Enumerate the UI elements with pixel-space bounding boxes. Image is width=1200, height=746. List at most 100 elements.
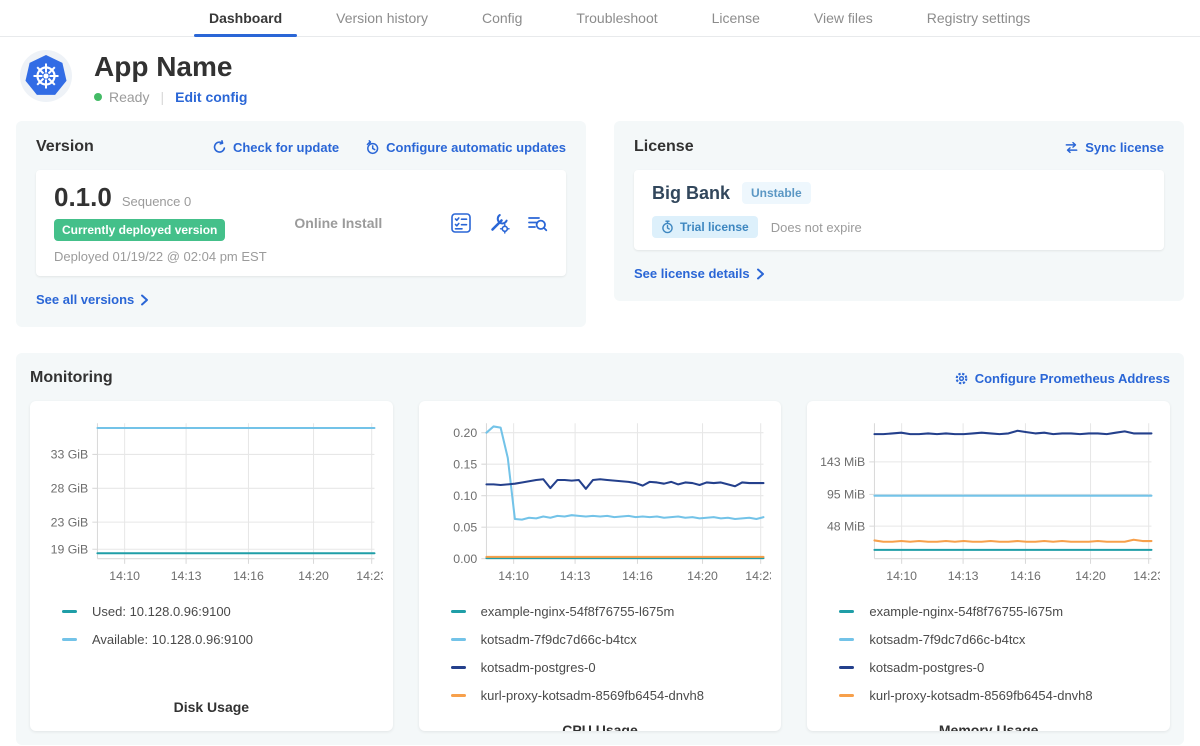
svg-text:0.15: 0.15 — [453, 457, 477, 471]
svg-text:14:16: 14:16 — [233, 569, 264, 583]
expiry-label: Does not expire — [771, 220, 862, 235]
tab-view-files[interactable]: View files — [787, 0, 900, 36]
tab-dashboard[interactable]: Dashboard — [182, 0, 309, 36]
chart-plot: 14:1014:1314:1614:2014:230.200.150.100.0… — [429, 413, 772, 592]
nav-tabs: DashboardVersion historyConfigTroublesho… — [182, 0, 1057, 36]
legend-swatch-icon — [839, 666, 854, 669]
chevron-right-icon — [140, 294, 149, 306]
tab-config[interactable]: Config — [455, 0, 549, 36]
svg-text:0.05: 0.05 — [453, 520, 477, 534]
legend-label: kotsadm-7f9dc7d66c-b4tcx — [481, 632, 637, 647]
legend-item: Available: 10.128.0.96:9100 — [62, 632, 383, 647]
legend-swatch-icon — [839, 610, 854, 613]
legend-item: Used: 10.128.0.96:9100 — [62, 604, 383, 619]
sync-icon — [1064, 140, 1079, 155]
svg-text:95 MiB: 95 MiB — [827, 487, 865, 501]
chart-legend: example-nginx-54f8f76755-l675mkotsadm-7f… — [429, 604, 772, 716]
channel-badge: Unstable — [742, 182, 811, 204]
gear-icon — [954, 371, 969, 386]
config-wrench-icon[interactable] — [488, 212, 510, 234]
cards-row: Version Check for update Configure autom… — [0, 115, 1200, 327]
chart-plot: 14:1014:1314:1614:2014:23143 MiB95 MiB48… — [817, 413, 1160, 592]
svg-text:0.20: 0.20 — [453, 426, 477, 440]
svg-text:19 GiB: 19 GiB — [51, 542, 89, 556]
refresh-icon — [212, 140, 227, 155]
see-all-versions-link[interactable]: See all versions — [36, 292, 149, 307]
svg-text:28 GiB: 28 GiB — [51, 481, 89, 495]
legend-swatch-icon — [62, 610, 77, 613]
trial-license-badge: Trial license — [652, 216, 758, 238]
monitoring-heading: Monitoring — [30, 369, 113, 387]
sync-license-button[interactable]: Sync license — [1064, 140, 1164, 155]
svg-text:14:16: 14:16 — [622, 569, 653, 583]
svg-text:14:13: 14:13 — [948, 569, 979, 583]
tab-license[interactable]: License — [685, 0, 787, 36]
legend-label: example-nginx-54f8f76755-l675m — [869, 604, 1063, 619]
svg-text:14:10: 14:10 — [887, 569, 918, 583]
legend-item: kurl-proxy-kotsadm-8569fb6454-dnvh8 — [451, 688, 772, 703]
series-line — [875, 431, 1152, 434]
svg-text:14:16: 14:16 — [1010, 569, 1041, 583]
legend-swatch-icon — [839, 694, 854, 697]
configure-prometheus-button[interactable]: Configure Prometheus Address — [954, 371, 1170, 386]
status-dot — [94, 93, 102, 101]
tab-version-history[interactable]: Version history — [309, 0, 455, 36]
chart-plot: 14:1014:1314:1614:2014:2333 GiB28 GiB23 … — [40, 413, 383, 592]
tab-registry-settings[interactable]: Registry settings — [900, 0, 1057, 36]
svg-text:14:10: 14:10 — [109, 569, 140, 583]
kubernetes-icon — [20, 50, 72, 102]
chart-title: Disk Usage — [40, 693, 383, 715]
series-line — [875, 540, 1152, 542]
version-number: 0.1.0 — [54, 182, 112, 213]
version-sequence: Sequence 0 — [122, 194, 191, 209]
svg-text:48 MiB: 48 MiB — [827, 519, 865, 533]
svg-text:14:23: 14:23 — [1134, 569, 1160, 583]
chart-legend: Used: 10.128.0.96:9100 Available: 10.128.… — [40, 604, 383, 660]
svg-text:33 GiB: 33 GiB — [51, 448, 89, 462]
legend-label: kurl-proxy-kotsadm-8569fb6454-dnvh8 — [869, 688, 1092, 703]
chart-title: CPU Usage — [429, 716, 772, 731]
deployed-badge: Currently deployed version — [54, 219, 225, 241]
see-license-details-link[interactable]: See license details — [634, 266, 765, 281]
license-panel: License Sync license Big Bank Unstable — [614, 121, 1184, 301]
legend-swatch-icon — [839, 638, 854, 641]
legend-item: example-nginx-54f8f76755-l675m — [839, 604, 1160, 619]
app-logo — [20, 50, 72, 107]
legend-label: kotsadm-postgres-0 — [869, 660, 984, 675]
page-title: App Name — [94, 52, 247, 83]
legend-label: kotsadm-7f9dc7d66c-b4tcx — [869, 632, 1025, 647]
legend-item: kotsadm-7f9dc7d66c-b4tcx — [451, 632, 772, 647]
tab-troubleshoot[interactable]: Troubleshoot — [549, 0, 684, 36]
install-type-label: Online Install — [294, 215, 422, 231]
legend-label: Used: 10.128.0.96:9100 — [92, 604, 231, 619]
svg-text:14:13: 14:13 — [171, 569, 202, 583]
legend-item: kotsadm-7f9dc7d66c-b4tcx — [839, 632, 1160, 647]
customer-name: Big Bank — [652, 183, 730, 204]
charts-row: 14:1014:1314:1614:2014:2333 GiB28 GiB23 … — [30, 401, 1170, 731]
legend-swatch-icon — [451, 694, 466, 697]
legend-item: kotsadm-postgres-0 — [839, 660, 1160, 675]
legend-label: Available: 10.128.0.96:9100 — [92, 632, 253, 647]
status-label: Ready — [109, 89, 149, 105]
license-heading: License — [634, 138, 694, 156]
memory-usage-chart-card: 14:1014:1314:1614:2014:23143 MiB95 MiB48… — [807, 401, 1170, 731]
configure-automatic-updates-button[interactable]: Configure automatic updates — [365, 140, 566, 155]
svg-text:0.00: 0.00 — [453, 552, 477, 566]
top-nav: DashboardVersion historyConfigTroublesho… — [0, 0, 1200, 37]
deployed-timestamp: Deployed 01/19/22 @ 02:04 pm EST — [54, 249, 267, 264]
edit-config-link[interactable]: Edit config — [175, 89, 247, 105]
legend-item: kotsadm-postgres-0 — [451, 660, 772, 675]
legend-label: kurl-proxy-kotsadm-8569fb6454-dnvh8 — [481, 688, 704, 703]
clock-arrow-icon — [365, 140, 380, 155]
disk-usage-chart-card: 14:1014:1314:1614:2014:2333 GiB28 GiB23 … — [30, 401, 393, 731]
svg-text:14:20: 14:20 — [687, 569, 718, 583]
cpu-usage-chart-card: 14:1014:1314:1614:2014:230.200.150.100.0… — [419, 401, 782, 731]
svg-text:14:20: 14:20 — [298, 569, 329, 583]
preflight-checklist-icon[interactable] — [450, 212, 472, 234]
chart-legend: example-nginx-54f8f76755-l675m kotsadm-7f… — [817, 604, 1160, 716]
check-for-update-button[interactable]: Check for update — [212, 140, 339, 155]
current-version-card: 0.1.0 Sequence 0 Currently deployed vers… — [36, 170, 566, 276]
view-logs-icon[interactable] — [526, 212, 548, 234]
version-panel: Version Check for update Configure autom… — [16, 121, 586, 327]
legend-label: kotsadm-postgres-0 — [481, 660, 596, 675]
